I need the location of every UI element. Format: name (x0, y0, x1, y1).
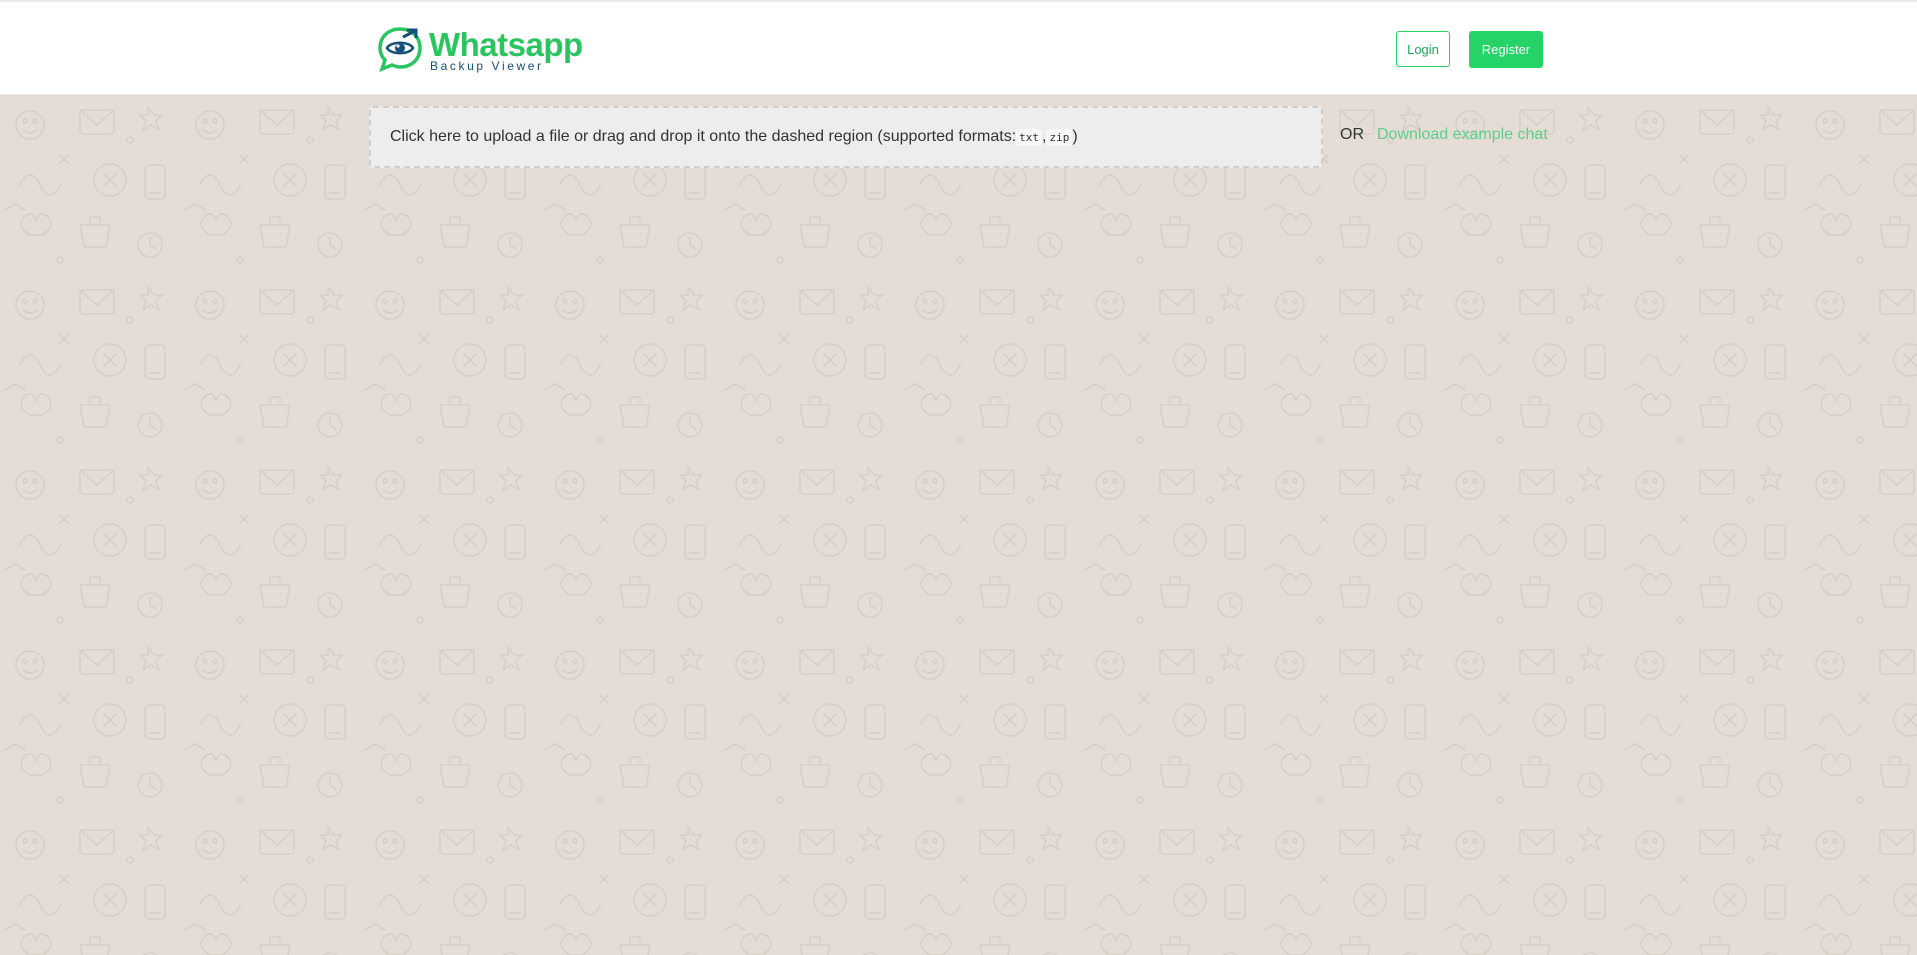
register-button[interactable]: Register (1469, 31, 1543, 68)
upload-instructions: Click here to upload a file or drag and … (390, 128, 1017, 145)
brand-logo[interactable]: Whatsapp Backup Viewer (375, 24, 585, 74)
chat-wallpaper-area: Click here to upload a file or drag and … (0, 95, 1917, 955)
download-example-link[interactable]: Download example chat (1377, 126, 1548, 144)
login-button[interactable]: Login (1396, 31, 1450, 67)
brand-subtitle: Backup Viewer (430, 59, 544, 73)
upload-suffix: ) (1072, 128, 1078, 145)
navbar: Whatsapp Backup Viewer Login Register (0, 2, 1917, 95)
doodle-wallpaper (0, 95, 1917, 955)
format-zip: zip (1046, 128, 1073, 146)
upload-dropzone[interactable]: Click here to upload a file or drag and … (369, 106, 1323, 168)
eye-in-chat-bubble-icon (378, 27, 422, 73)
brand-title: Whatsapp (429, 26, 583, 63)
format-txt: txt (1016, 128, 1043, 146)
or-label: OR (1340, 126, 1364, 143)
